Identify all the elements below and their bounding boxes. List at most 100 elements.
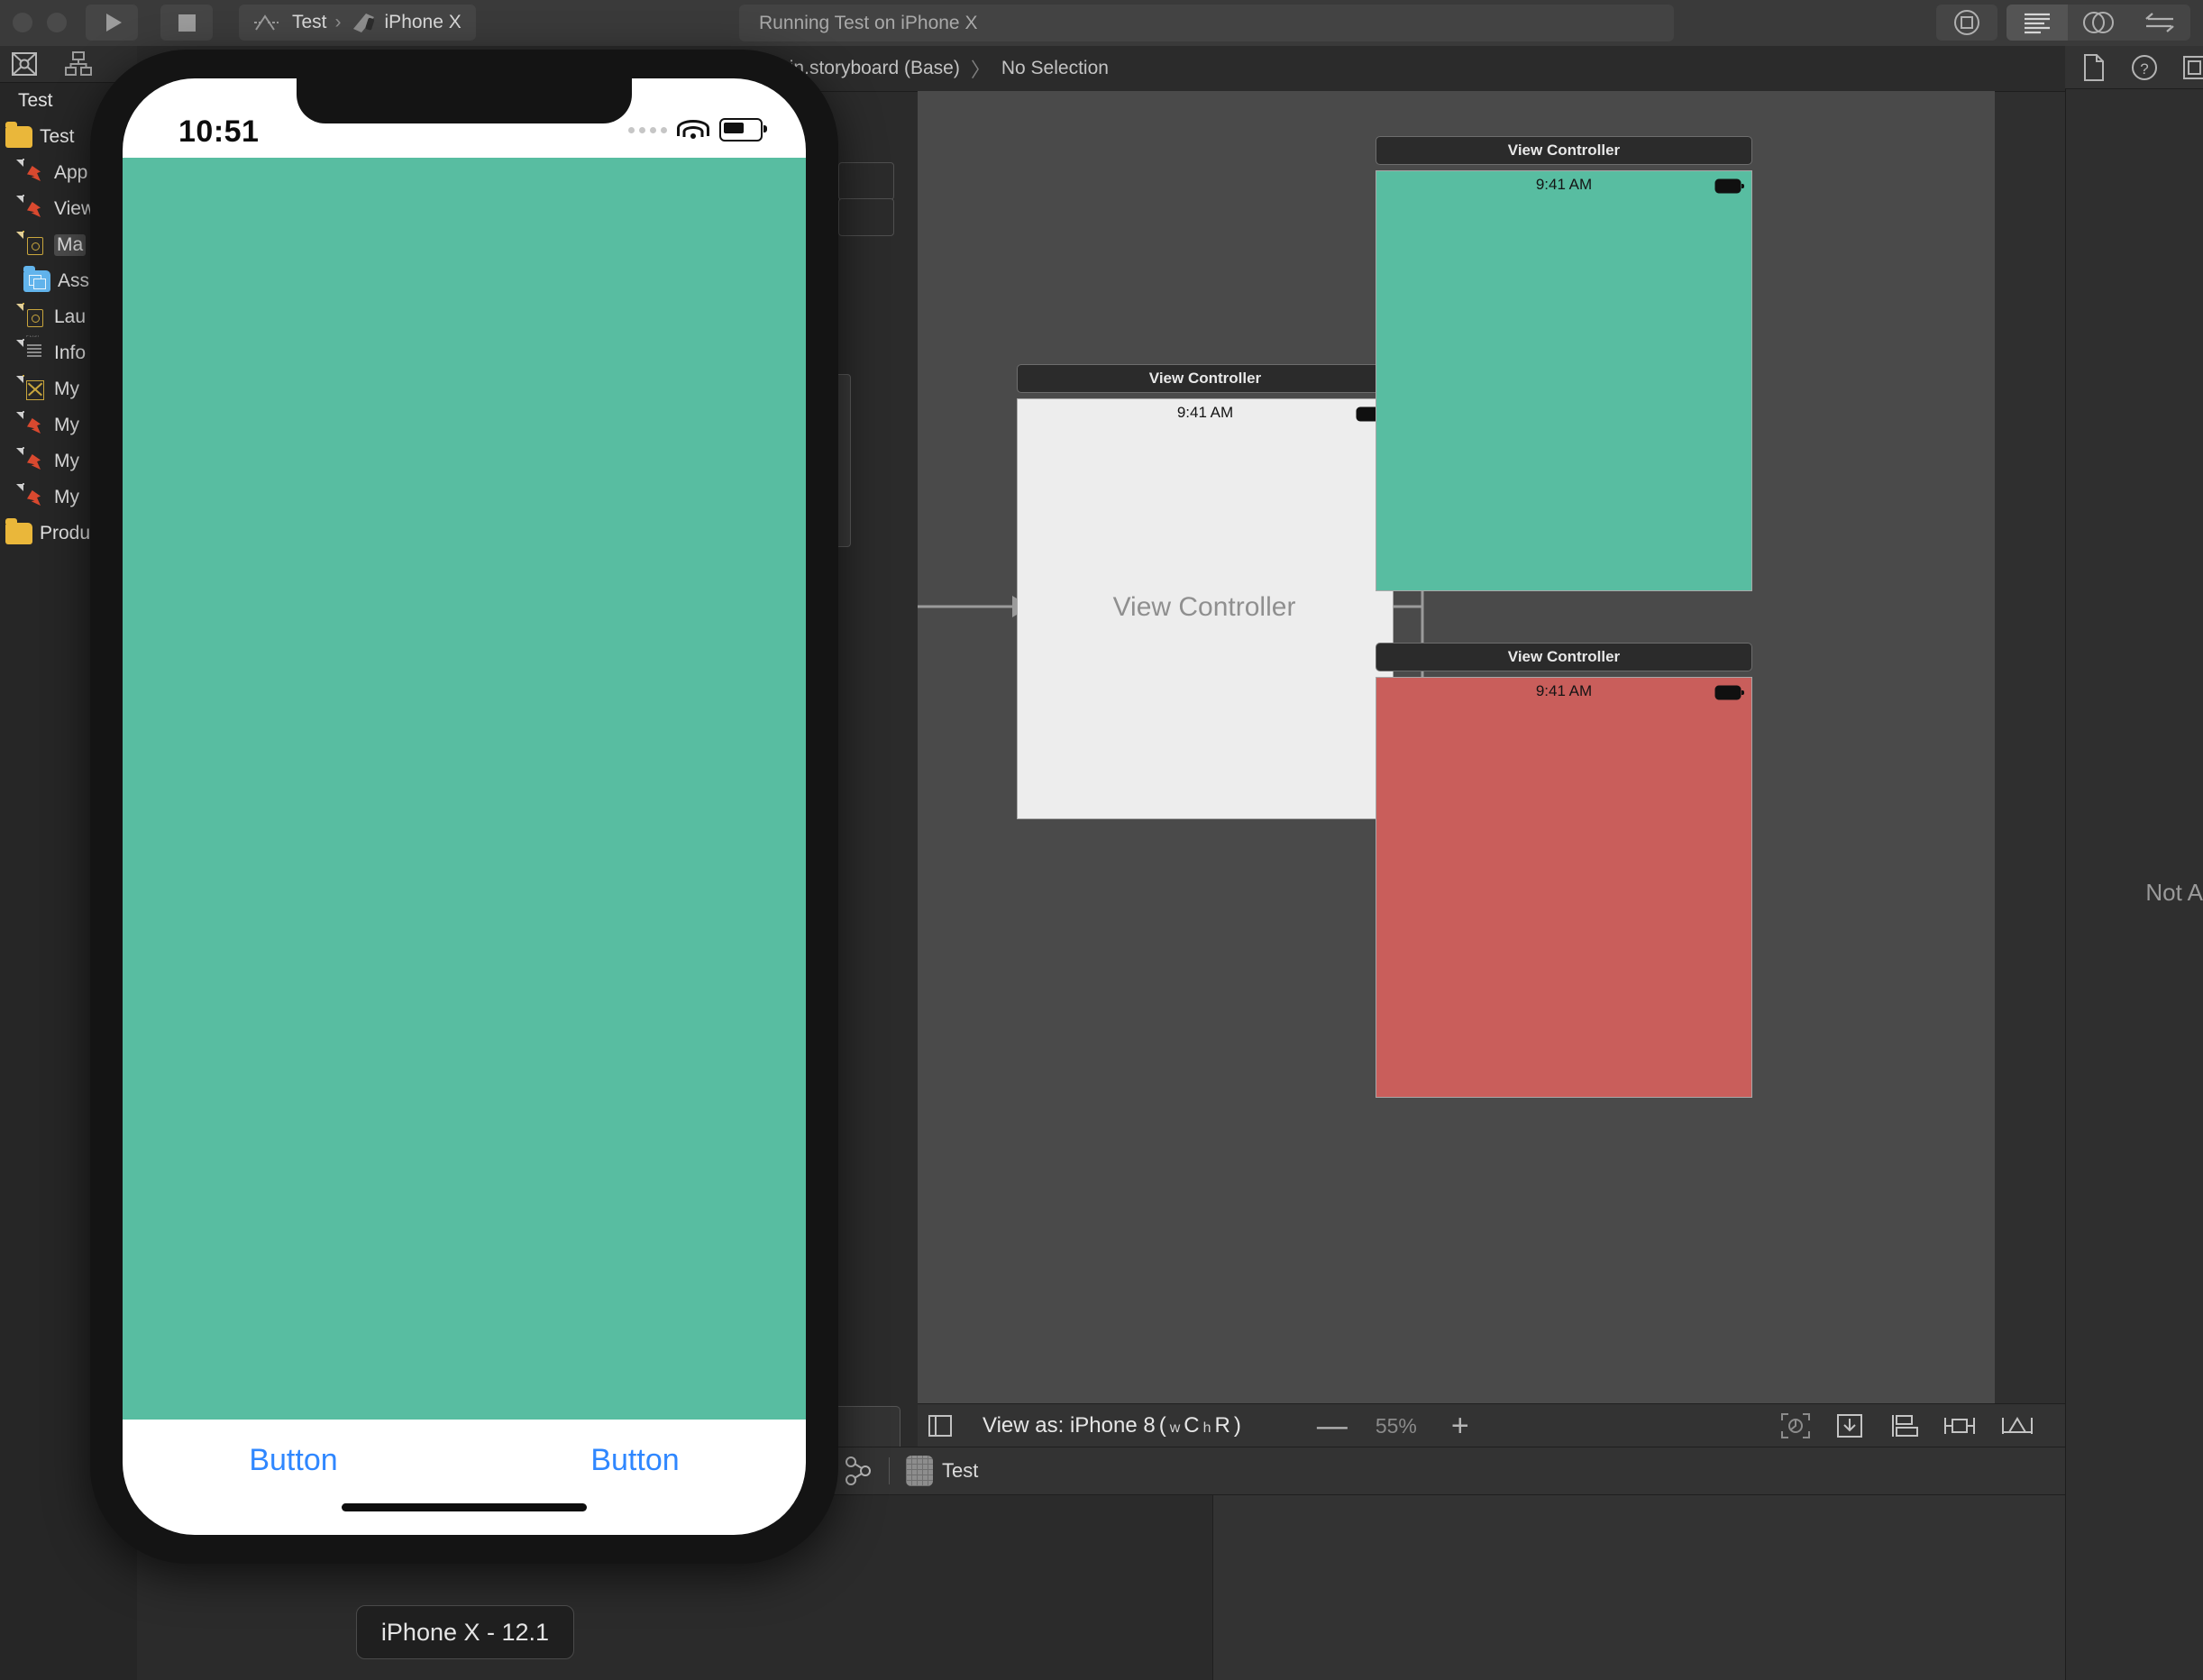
storyboard-canvas[interactable]: { } { } View Controller 9:41 AM View Con… — [918, 91, 1995, 1423]
autolayout-buttons — [1780, 1412, 2065, 1439]
nav-item-label: Test — [18, 90, 53, 111]
scheme-selector[interactable]: Test › iPhone X — [239, 5, 476, 41]
simulator-screen[interactable]: 10:51 Button Button — [123, 78, 806, 1535]
outline-panel-icon — [928, 1415, 952, 1437]
size-class-h-prefix: h — [1202, 1420, 1211, 1436]
home-indicator[interactable] — [342, 1503, 587, 1511]
debug-console — [1212, 1493, 2066, 1680]
size-class-w-prefix: w — [1169, 1420, 1181, 1436]
plist-icon: PLIST — [23, 335, 47, 367]
wifi-icon — [677, 118, 709, 142]
xib-file-icon — [23, 376, 47, 403]
window-close-button[interactable] — [13, 13, 32, 32]
toolbar-right-buttons — [1936, 5, 2190, 41]
activity-status-view: Running Test on iPhone X — [739, 5, 1674, 41]
scene-title-red[interactable]: View Controller — [1376, 643, 1752, 671]
toolbar: Test › iPhone X Running Test on iPhone X — [0, 0, 2203, 47]
battery-icon — [719, 118, 767, 142]
scene-status-bar: 9:41 AM — [1376, 678, 1751, 705]
view-as-control[interactable]: View as: iPhone 8 ( w C h R ) — [983, 1413, 1241, 1438]
breadcrumb-separator: 〉 — [970, 59, 991, 81]
scene-status-time: 9:41 AM — [1535, 682, 1593, 699]
assistant-editor-button[interactable] — [2068, 5, 2129, 41]
folder-icon — [5, 122, 32, 148]
scene-status-time: 9:41 AM — [1176, 404, 1234, 421]
simulator-window[interactable]: 10:51 Button Button — [90, 50, 838, 1564]
assistant-editor-icon — [2083, 12, 2114, 33]
breadcrumb-item-2[interactable]: No Selection — [1001, 58, 1109, 79]
standard-editor-button[interactable] — [2006, 5, 2068, 41]
svg-text:?: ? — [2140, 60, 2148, 78]
swift-file-icon — [23, 196, 47, 223]
library-icon — [1954, 10, 1979, 35]
process-graph-icon[interactable] — [844, 1456, 873, 1486]
canvas-ghost-panel — [838, 162, 894, 200]
scheme-separator: › — [334, 12, 342, 32]
scene-body-red[interactable]: 9:41 AM — [1376, 677, 1752, 1098]
simulator-device-label: iPhone X - 12.1 — [356, 1605, 574, 1659]
nav-item-label: My — [54, 415, 79, 435]
help-icon[interactable]: ? — [2130, 53, 2159, 82]
inspector-tab-bar: ? — [2065, 46, 2203, 89]
divider — [889, 1457, 890, 1484]
align-icon[interactable] — [1888, 1412, 1919, 1439]
zoom-in-button[interactable]: + — [1440, 1409, 1481, 1444]
scene-body-label-main: View Controller — [1112, 592, 1296, 622]
nav-item-label: Info — [54, 342, 87, 363]
play-icon — [105, 14, 122, 32]
version-editor-button[interactable] — [2129, 5, 2190, 41]
debug-process-label: Test — [942, 1459, 979, 1482]
zoom-out-button[interactable]: — — [1312, 1409, 1353, 1444]
device-icon — [352, 14, 374, 32]
folder-icon — [5, 518, 32, 544]
zoom-level-label: 55% — [1375, 1413, 1417, 1438]
identity-icon[interactable] — [2182, 54, 2203, 81]
hierarchy-icon[interactable] — [65, 50, 92, 78]
canvas-ghost-panel — [838, 198, 894, 236]
document-outline-toggle[interactable] — [918, 1414, 963, 1438]
nav-item-label: My — [54, 379, 79, 399]
run-button[interactable] — [86, 5, 138, 41]
file-icon[interactable] — [2081, 53, 2107, 82]
library-button[interactable] — [1936, 5, 1997, 41]
simulator-status-time: 10:51 — [178, 114, 260, 149]
nav-item-label: App — [54, 162, 88, 183]
stop-button[interactable] — [160, 5, 213, 41]
nav-item-label: My — [54, 451, 79, 471]
status-text: Running Test on iPhone X — [759, 12, 978, 33]
scheme-project-name: Test — [292, 12, 327, 32]
nav-item-label: View — [54, 198, 96, 219]
sim-button-left[interactable]: Button — [123, 1420, 464, 1501]
swift-file-icon — [23, 412, 47, 439]
size-class-w: C — [1184, 1413, 1200, 1438]
standard-editor-icon — [2025, 13, 2050, 34]
resolve-issues-icon[interactable] — [2000, 1412, 2034, 1439]
version-editor-icon — [2145, 13, 2174, 32]
library-group — [1936, 5, 1997, 41]
simulator-status-right — [628, 118, 767, 142]
swift-file-icon — [23, 160, 47, 187]
assets-icon — [23, 266, 50, 292]
scene-title-main[interactable]: View Controller — [1017, 364, 1394, 393]
scene-title-green[interactable]: View Controller — [1376, 136, 1752, 165]
device-notch — [297, 78, 632, 123]
window-minimize-button[interactable] — [47, 13, 67, 32]
view-as-label: View as: iPhone 8 — [983, 1413, 1156, 1438]
sim-button-right[interactable]: Button — [464, 1420, 806, 1501]
scene-status-bar: 9:41 AM — [1018, 399, 1393, 426]
editor-mode-group — [2006, 5, 2190, 41]
nav-item-label: Test — [40, 126, 75, 147]
cellular-dots-icon — [628, 126, 667, 133]
project-navigator-icon[interactable] — [11, 50, 38, 78]
storyboard-icon — [23, 304, 47, 331]
stop-icon — [178, 14, 196, 32]
scene-body-green[interactable]: 9:41 AM — [1376, 170, 1752, 591]
nav-item-label: Produ — [40, 523, 91, 543]
debug-process[interactable]: Test — [906, 1456, 978, 1486]
update-frames-icon[interactable] — [1780, 1412, 1811, 1439]
embed-in-icon[interactable] — [1834, 1412, 1865, 1439]
swift-file-icon — [23, 484, 47, 511]
simulator-content-view — [123, 158, 806, 1420]
size-class-h: R — [1214, 1413, 1230, 1438]
pin-icon[interactable] — [1942, 1412, 1977, 1439]
